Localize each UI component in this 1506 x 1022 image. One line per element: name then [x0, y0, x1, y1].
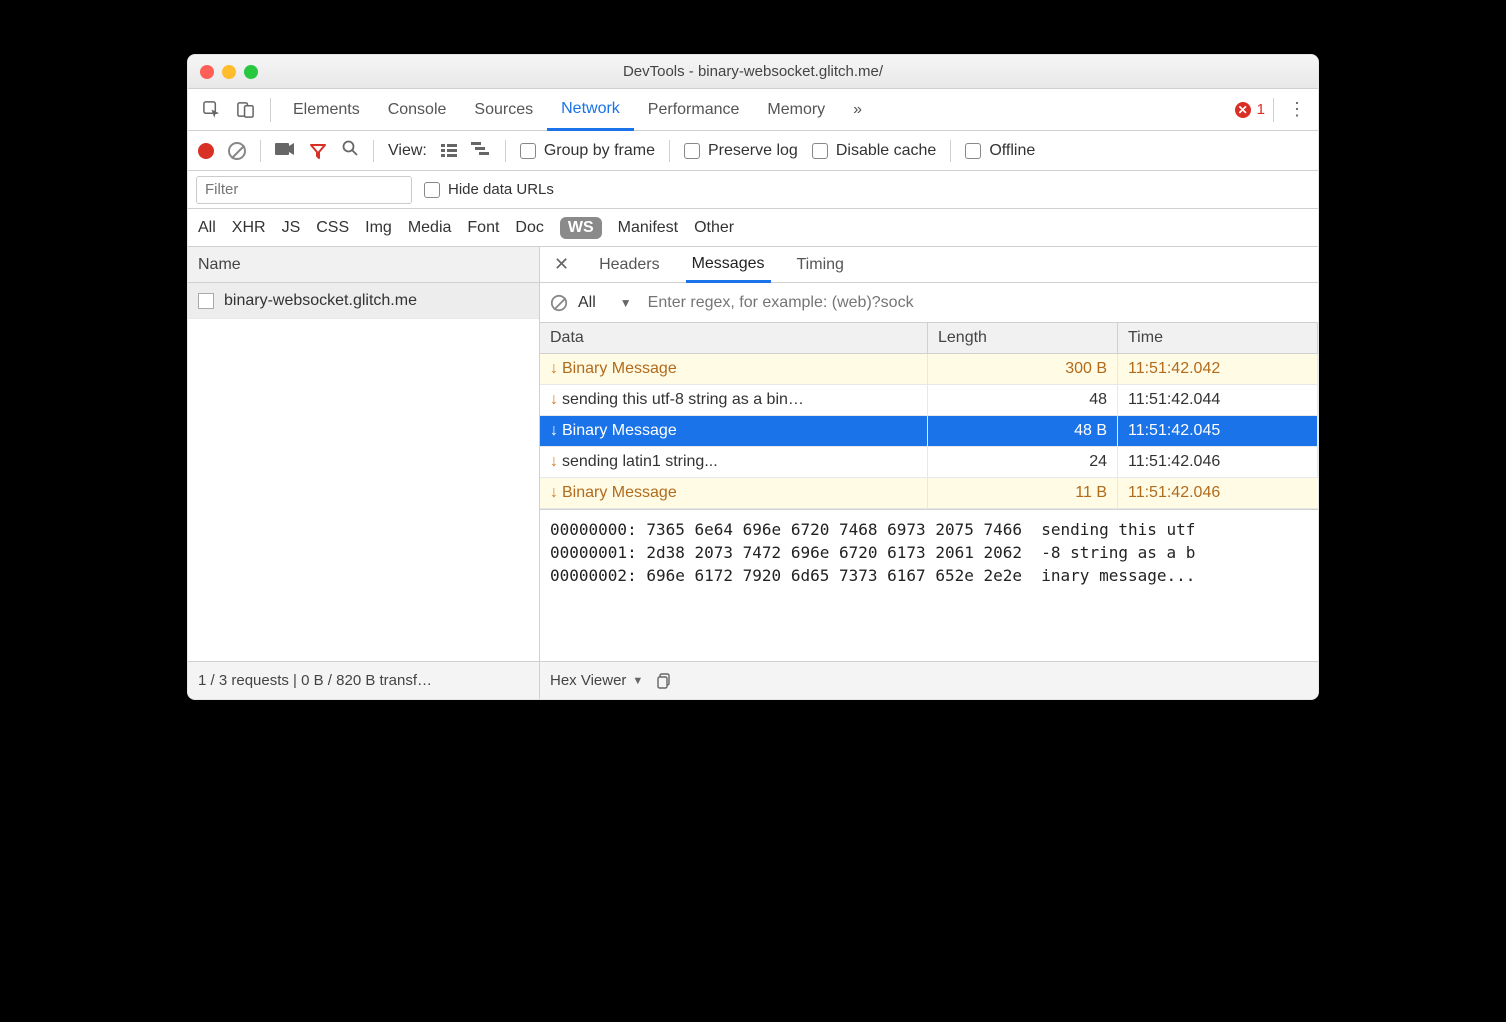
details-tabs: ✕ Headers Messages Timing — [540, 247, 1318, 283]
tab-network[interactable]: Network — [547, 90, 634, 131]
view-label: View: — [388, 142, 427, 160]
hide-data-urls-checkbox[interactable]: Hide data URLs — [424, 181, 554, 198]
type-doc[interactable]: Doc — [515, 219, 543, 237]
large-rows-icon[interactable] — [441, 144, 457, 157]
message-time: 11:51:42.042 — [1118, 354, 1318, 385]
message-data[interactable]: ↓Binary Message — [540, 478, 928, 509]
request-row[interactable]: binary-websocket.glitch.me — [188, 283, 539, 319]
tab-performance[interactable]: Performance — [634, 89, 754, 130]
message-length: 11 B — [928, 478, 1118, 509]
message-data[interactable]: ↓sending this utf-8 string as a bin… — [540, 385, 928, 416]
type-css[interactable]: CSS — [316, 219, 349, 237]
status-summary: 1 / 3 requests | 0 B / 820 B transf… — [188, 662, 540, 699]
subtab-messages[interactable]: Messages — [686, 248, 771, 283]
message-data[interactable]: ↓Binary Message — [540, 354, 928, 385]
tab-sources[interactable]: Sources — [460, 89, 547, 130]
type-manifest[interactable]: Manifest — [618, 219, 678, 237]
arrow-down-icon: ↓ — [550, 453, 558, 470]
type-all[interactable]: All — [198, 219, 216, 237]
screenshot-icon[interactable] — [275, 140, 295, 161]
message-data[interactable]: ↓sending latin1 string... — [540, 447, 928, 478]
message-time: 11:51:42.046 — [1118, 447, 1318, 478]
devtools-tabs: Elements Console Sources Network Perform… — [188, 89, 1318, 131]
requests-panel: Name binary-websocket.glitch.me — [188, 247, 540, 661]
divider — [270, 98, 271, 122]
record-button[interactable] — [198, 143, 214, 159]
tabs-overflow[interactable]: » — [839, 89, 876, 130]
filter-toggle-icon[interactable] — [309, 142, 327, 160]
message-length: 48 B — [928, 416, 1118, 447]
clear-messages-icon[interactable] — [551, 294, 567, 310]
filter-bar: Hide data URLs — [188, 171, 1318, 209]
status-bar: 1 / 3 requests | 0 B / 820 B transf… Hex… — [188, 661, 1318, 699]
more-menu-icon[interactable]: ⋮ — [1282, 99, 1312, 120]
arrow-down-icon: ↓ — [550, 422, 558, 439]
type-img[interactable]: Img — [365, 219, 392, 237]
search-icon[interactable] — [341, 139, 359, 162]
type-font[interactable]: Font — [467, 219, 499, 237]
devtools-window: DevTools - binary-websocket.glitch.me/ E… — [187, 54, 1319, 700]
group-by-frame-checkbox[interactable]: Group by frame — [520, 142, 655, 160]
close-details-icon[interactable]: ✕ — [550, 254, 573, 275]
col-length[interactable]: Length — [928, 323, 1118, 354]
close-window-button[interactable] — [200, 65, 214, 79]
type-other[interactable]: Other — [694, 219, 734, 237]
disable-cache-checkbox[interactable]: Disable cache — [812, 142, 937, 160]
messages-grid: Data Length Time ↓Binary Message300 B11:… — [540, 323, 1318, 509]
subtab-timing[interactable]: Timing — [791, 247, 850, 282]
resource-icon — [198, 293, 214, 309]
window-title: DevTools - binary-websocket.glitch.me/ — [188, 63, 1318, 80]
preserve-log-checkbox[interactable]: Preserve log — [684, 142, 798, 160]
device-toggle-icon[interactable] — [228, 89, 262, 130]
message-time: 11:51:42.044 — [1118, 385, 1318, 416]
messages-filter-bar: All ▼ — [540, 283, 1318, 323]
tab-memory[interactable]: Memory — [753, 89, 839, 130]
type-media[interactable]: Media — [408, 219, 452, 237]
message-data[interactable]: ↓Binary Message — [540, 416, 928, 447]
message-length: 300 B — [928, 354, 1118, 385]
hex-viewer: 00000000: 7365 6e64 696e 6720 7468 6973 … — [540, 509, 1318, 661]
col-data[interactable]: Data — [540, 323, 928, 354]
message-length: 24 — [928, 447, 1118, 478]
type-filter-bar: All XHR JS CSS Img Media Font Doc WS Man… — [188, 209, 1318, 247]
message-time: 11:51:42.046 — [1118, 478, 1318, 509]
maximize-window-button[interactable] — [244, 65, 258, 79]
copy-icon[interactable] — [657, 673, 673, 689]
arrow-down-icon: ↓ — [550, 391, 558, 408]
content-area: Name binary-websocket.glitch.me ✕ Header… — [188, 247, 1318, 661]
type-js[interactable]: JS — [282, 219, 301, 237]
arrow-down-icon: ↓ — [550, 360, 558, 377]
filter-input[interactable] — [196, 176, 412, 204]
request-name: binary-websocket.glitch.me — [224, 292, 417, 310]
message-time: 11:51:42.045 — [1118, 416, 1318, 447]
error-badge[interactable]: ✕ 1 — [1235, 101, 1265, 118]
tab-elements[interactable]: Elements — [279, 89, 374, 130]
chevron-down-icon: ▼ — [632, 675, 643, 687]
minimize-window-button[interactable] — [222, 65, 236, 79]
message-length: 48 — [928, 385, 1118, 416]
clear-button[interactable] — [228, 142, 246, 160]
messages-type-select[interactable]: All ▼ — [578, 294, 632, 312]
divider — [1273, 98, 1274, 122]
network-toolbar: View: Group by frame Preserve log Disabl… — [188, 131, 1318, 171]
titlebar: DevTools - binary-websocket.glitch.me/ — [188, 55, 1318, 89]
waterfall-icon[interactable] — [471, 141, 491, 160]
tab-console[interactable]: Console — [374, 89, 461, 130]
error-icon: ✕ — [1235, 102, 1251, 118]
chevron-down-icon: ▼ — [620, 296, 632, 310]
traffic-lights — [188, 65, 270, 79]
requests-header: Name — [188, 247, 539, 283]
hex-viewer-select[interactable]: Hex Viewer ▼ — [550, 672, 643, 689]
details-panel: ✕ Headers Messages Timing All ▼ Data Len… — [540, 247, 1318, 661]
error-count: 1 — [1257, 101, 1265, 118]
col-time[interactable]: Time — [1118, 323, 1318, 354]
messages-regex-input[interactable] — [642, 289, 1308, 317]
inspect-icon[interactable] — [194, 89, 228, 130]
subtab-headers[interactable]: Headers — [593, 247, 665, 282]
type-xhr[interactable]: XHR — [232, 219, 266, 237]
type-ws[interactable]: WS — [560, 217, 602, 239]
offline-checkbox[interactable]: Offline — [965, 142, 1035, 160]
arrow-down-icon: ↓ — [550, 484, 558, 501]
